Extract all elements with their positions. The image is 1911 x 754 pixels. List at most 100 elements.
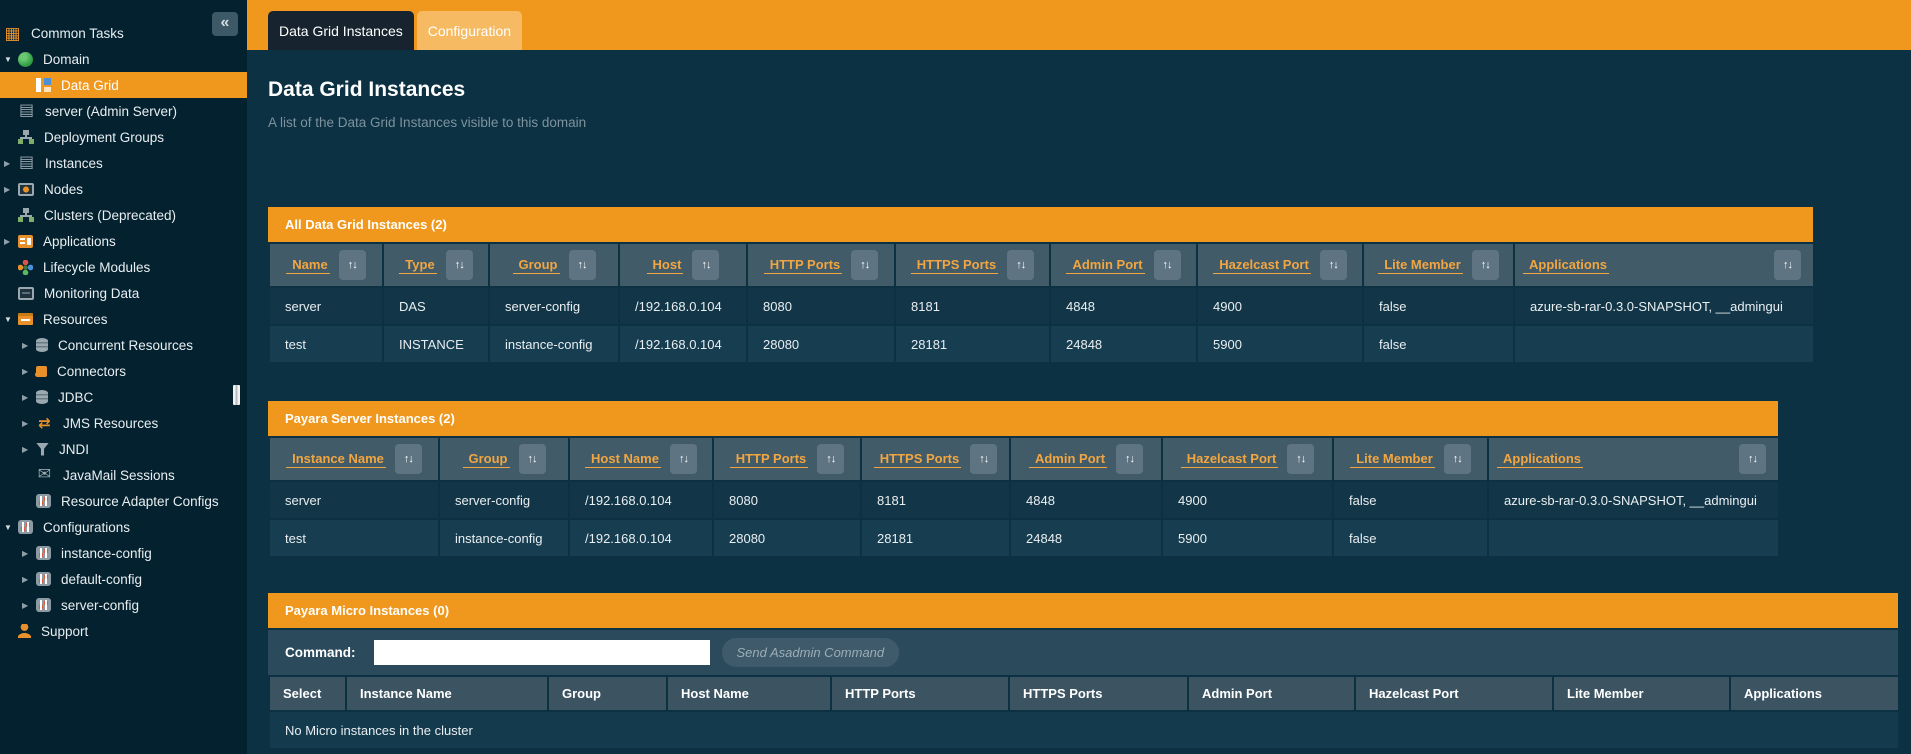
sort-icon[interactable]	[395, 444, 422, 474]
sidebar-item-data-grid[interactable]: Data Grid	[0, 72, 247, 98]
cell: server	[269, 287, 383, 325]
command-input[interactable]	[374, 640, 710, 665]
sort-link-host[interactable]: Host	[647, 257, 684, 274]
tab-bar: Data Grid InstancesConfiguration	[247, 0, 1911, 50]
sidebar-item-resource-adapter-configs[interactable]: Resource Adapter Configs	[0, 488, 247, 514]
sidebar-item-instances[interactable]: ▶Instances	[0, 150, 247, 176]
sort-link-http-ports[interactable]: HTTP Ports	[730, 451, 809, 468]
sort-icon[interactable]	[339, 250, 366, 280]
sort-link-type[interactable]: Type	[399, 257, 436, 274]
cell: DAS	[383, 287, 489, 325]
sort-icon[interactable]	[692, 250, 719, 280]
sidebar-item-deployment-groups[interactable]: Deployment Groups	[0, 124, 247, 150]
sidebar-scrollbar-thumb[interactable]	[233, 385, 240, 405]
sort-icon[interactable]	[446, 250, 473, 280]
sidebar-item-common-tasks[interactable]: Common Tasks	[0, 20, 247, 46]
tab-data-grid-instances[interactable]: Data Grid Instances	[268, 11, 414, 50]
sort-icon[interactable]	[1444, 444, 1471, 474]
sidebar-item-label: Common Tasks	[31, 26, 124, 41]
sidebar-item-lifecycle-modules[interactable]: Lifecycle Modules	[0, 254, 247, 280]
sort-link-admin-port[interactable]: Admin Port	[1029, 451, 1107, 468]
sidebar-item-instance-config[interactable]: ▶instance-config	[0, 540, 247, 566]
column-header-name: Name	[269, 243, 383, 287]
sort-link-applications[interactable]: Applications	[1523, 257, 1609, 274]
sort-link-http-ports[interactable]: HTTP Ports	[764, 257, 843, 274]
sort-link-applications[interactable]: Applications	[1497, 451, 1583, 468]
sort-icon[interactable]	[1739, 444, 1766, 474]
sort-icon[interactable]	[670, 444, 697, 474]
chevron-down-icon[interactable]: ▼	[2, 55, 18, 64]
chevron-right-icon[interactable]: ▶	[2, 159, 18, 168]
chevron-right-icon[interactable]: ▶	[20, 575, 36, 584]
sort-icon[interactable]	[970, 444, 997, 474]
chevron-down-icon[interactable]: ▼	[2, 315, 18, 324]
sort-link-hazelcast-port[interactable]: Hazelcast Port	[1181, 451, 1279, 468]
chevron-right-icon[interactable]: ▶	[2, 237, 18, 246]
sort-link-instance-name[interactable]: Instance Name	[286, 451, 386, 468]
sort-link-group[interactable]: Group	[463, 451, 510, 468]
sort-link-lite-member[interactable]: Lite Member	[1350, 451, 1435, 468]
sidebar-item-jdbc[interactable]: ▶JDBC	[0, 384, 247, 410]
chevron-right-icon[interactable]: ▶	[20, 341, 36, 350]
cell: 28181	[895, 325, 1050, 363]
sidebar-item-server-config[interactable]: ▶server-config	[0, 592, 247, 618]
sidebar-item-javamail-sessions[interactable]: JavaMail Sessions	[0, 462, 247, 488]
sidebar-item-label: Applications	[43, 234, 116, 249]
sort-icon[interactable]	[817, 444, 844, 474]
sort-icon[interactable]	[1116, 444, 1143, 474]
sort-icon[interactable]	[1472, 250, 1499, 280]
column-header-group: Group	[439, 437, 569, 481]
sort-icon[interactable]	[851, 250, 878, 280]
cell: server-config	[439, 481, 569, 519]
chevron-down-icon[interactable]: ▼	[2, 523, 18, 532]
chevron-right-icon[interactable]: ▶	[20, 419, 36, 428]
sidebar-item-resources[interactable]: ▼Resources	[0, 306, 247, 332]
chevron-right-icon[interactable]: ▶	[20, 601, 36, 610]
sort-icon[interactable]	[1007, 250, 1034, 280]
sidebar-collapse-icon[interactable]	[212, 12, 238, 36]
sidebar-item-configurations[interactable]: ▼Configurations	[0, 514, 247, 540]
column-header-host-name: Host Name	[569, 437, 713, 481]
sort-link-name[interactable]: Name	[286, 257, 329, 274]
sort-icon[interactable]	[569, 250, 596, 280]
cell: 4900	[1197, 287, 1363, 325]
sort-link-host-name[interactable]: Host Name	[585, 451, 661, 468]
sort-icon[interactable]	[1320, 250, 1347, 280]
sidebar-item-clusters-deprecated[interactable]: Clusters (Deprecated)	[0, 202, 247, 228]
sidebar-item-server-admin-server[interactable]: server (Admin Server)	[0, 98, 247, 124]
sort-icon[interactable]	[1774, 250, 1801, 280]
sort-link-group[interactable]: Group	[513, 257, 560, 274]
chevron-right-icon[interactable]: ▶	[20, 445, 36, 454]
chevron-right-icon[interactable]: ▶	[20, 367, 36, 376]
column-header-hazelcast-port: Hazelcast Port	[1355, 676, 1553, 711]
cell: /192.168.0.104	[619, 325, 747, 363]
send-asadmin-command-button[interactable]: Send Asadmin Command	[722, 638, 900, 667]
sidebar-item-domain[interactable]: ▼Domain	[0, 46, 247, 72]
command-row: Command: Send Asadmin Command	[268, 630, 1898, 675]
chevron-right-icon[interactable]: ▶	[20, 549, 36, 558]
sort-link-admin-port[interactable]: Admin Port	[1066, 257, 1144, 274]
sidebar-item-nodes[interactable]: ▶Nodes	[0, 176, 247, 202]
sidebar-nav: Common Tasks ▼DomainData Gridserver (Admi…	[0, 0, 247, 644]
arrows-icon	[36, 415, 53, 431]
tab-configuration[interactable]: Configuration	[417, 11, 522, 50]
chevron-right-icon[interactable]: ▶	[2, 185, 18, 194]
sidebar-item-jndi[interactable]: ▶JNDI	[0, 436, 247, 462]
column-header-hazelcast-port: Hazelcast Port	[1197, 243, 1363, 287]
sort-link-lite-member[interactable]: Lite Member	[1378, 257, 1463, 274]
sort-link-https-ports[interactable]: HTTPS Ports	[874, 451, 961, 468]
sort-icon[interactable]	[1287, 444, 1314, 474]
sidebar-item-default-config[interactable]: ▶default-config	[0, 566, 247, 592]
sort-link-https-ports[interactable]: HTTPS Ports	[911, 257, 998, 274]
sidebar-item-connectors[interactable]: ▶Connectors	[0, 358, 247, 384]
sidebar-item-support[interactable]: Support	[0, 618, 247, 644]
sort-icon[interactable]	[519, 444, 546, 474]
sort-icon[interactable]	[1154, 250, 1181, 280]
sort-link-hazelcast-port[interactable]: Hazelcast Port	[1213, 257, 1311, 274]
column-header-lite-member: Lite Member	[1553, 676, 1730, 711]
sidebar-item-jms-resources[interactable]: ▶JMS Resources	[0, 410, 247, 436]
sidebar-item-monitoring-data[interactable]: Monitoring Data	[0, 280, 247, 306]
sidebar-item-concurrent-resources[interactable]: ▶Concurrent Resources	[0, 332, 247, 358]
sidebar-item-applications[interactable]: ▶ Applications	[0, 228, 247, 254]
chevron-right-icon[interactable]: ▶	[20, 393, 36, 402]
